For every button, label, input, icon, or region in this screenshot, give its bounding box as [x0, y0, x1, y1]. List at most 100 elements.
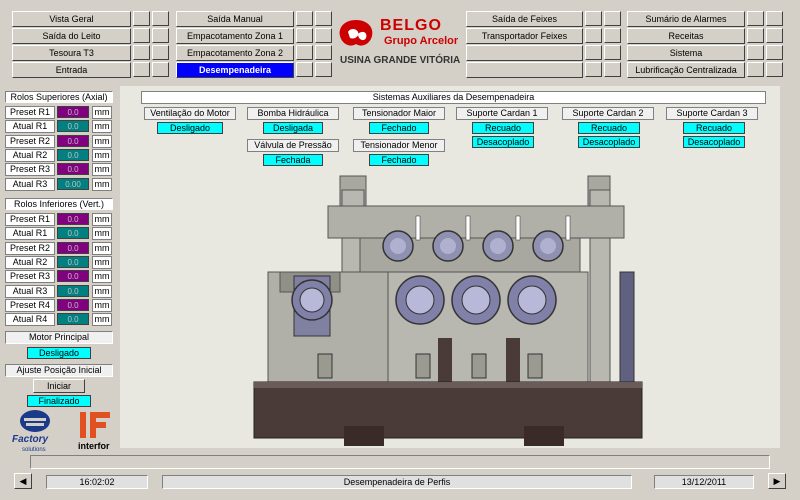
prev-screen-button[interactable]: ◀	[14, 473, 32, 489]
roll-row-label: Preset R2	[5, 134, 55, 148]
unit-label: mm	[92, 213, 112, 226]
bomba-status: Desligada	[263, 122, 323, 134]
main-panel: Sistemas Auxiliares da Desempenadeira Ve…	[120, 86, 780, 448]
logo-brand: BELGO	[380, 17, 442, 34]
bomba-label: Bomba Hidráulica	[247, 107, 339, 120]
nav-indicator	[296, 62, 313, 77]
roll-row-label: Preset R2	[5, 241, 55, 255]
lower-rolls-title: Rolos Inferiores (Vert.)	[5, 198, 113, 210]
nav-indicator	[152, 62, 169, 77]
status-time: 16:02:02	[46, 475, 148, 489]
nav-indicator	[747, 28, 764, 43]
roll-row-label: Preset R1	[5, 106, 55, 119]
nav-saida-feixes[interactable]: Saída de Feixes	[466, 11, 583, 27]
arrow-left-icon: ◀	[19, 476, 27, 486]
iniciar-button[interactable]: Iniciar	[33, 379, 85, 393]
preset-value-field[interactable]: 0.0	[57, 270, 89, 283]
logo-plant: USINA GRANDE VITÓRIA	[340, 55, 461, 66]
cardan2-status1: Recuado	[578, 122, 640, 134]
nav-saida-leito[interactable]: Saída do Leito	[12, 28, 131, 44]
nav-transportador-feixes[interactable]: Transportador Feixes	[466, 28, 583, 44]
nav-sistema[interactable]: Sistema	[627, 45, 745, 61]
actual-value-display: 0.00	[57, 177, 89, 190]
roll-row-label: Preset R3	[5, 270, 55, 284]
nav-indicator	[585, 11, 602, 26]
factory-mark-icon	[20, 410, 50, 432]
nav-indicator	[747, 11, 764, 26]
roll-row-label: Atual R1	[5, 227, 55, 241]
nav-empacotamento-1[interactable]: Empacotamento Zona 1	[176, 28, 294, 44]
nav-indicator	[133, 45, 150, 60]
actual-value-display: 0.0	[57, 120, 89, 133]
belgo-logo: BELGO Grupo Arcelor USINA GRANDE VITÓRIA	[336, 14, 462, 70]
nav-saida-manual[interactable]: Saída Manual	[176, 11, 294, 27]
nav-indicator	[315, 11, 332, 26]
preset-value-field[interactable]: 0.0	[57, 134, 89, 147]
nav-empty-2[interactable]	[466, 62, 583, 78]
ventilacao-status: Desligado	[157, 122, 223, 134]
valvula-status: Fechada	[263, 154, 323, 166]
position-status: Finalizado	[27, 395, 91, 407]
actual-value-display: 0.0	[57, 313, 89, 326]
upper-rolls-title: Rolos Superiores (Axial)	[5, 91, 113, 103]
tens-menor-status: Fechado	[369, 154, 429, 166]
nav-lubrificacao[interactable]: Lubrificação Centralizada	[627, 62, 745, 78]
unit-label: mm	[92, 270, 112, 284]
unit-label: mm	[92, 177, 112, 191]
cardan3-label: Suporte Cardan 3	[666, 107, 758, 120]
nav-indicator	[604, 11, 621, 26]
nav-indicator	[585, 62, 602, 77]
cardan1-status2: Desacoplado	[472, 136, 534, 148]
preset-value-field[interactable]: 0.0	[57, 298, 89, 311]
nav-empacotamento-2[interactable]: Empacotamento Zona 2	[176, 45, 294, 61]
nav-indicator	[296, 28, 313, 43]
nav-indicator	[315, 45, 332, 60]
roll-row-label: Atual R4	[5, 313, 55, 327]
unit-label: mm	[92, 284, 112, 298]
interfor-logo: interfor	[76, 410, 116, 454]
nav-indicator	[315, 62, 332, 77]
nav-indicator	[766, 11, 783, 26]
nav-receitas[interactable]: Receitas	[627, 28, 745, 44]
preset-value-field[interactable]: 0.0	[57, 106, 89, 118]
nav-tesoura-t3[interactable]: Tesoura T3	[12, 45, 131, 61]
nav-indicator	[133, 11, 150, 26]
status-screen-name: Desempenadeira de Perfis	[162, 475, 632, 489]
preset-value-field[interactable]: 0.0	[57, 241, 89, 254]
unit-label: mm	[92, 313, 112, 327]
interfor-mark-icon	[80, 412, 110, 438]
arrow-right-icon: ▶	[773, 476, 781, 486]
factory-logo: Factory solutions	[8, 408, 64, 456]
nav-indicator	[133, 62, 150, 77]
nav-vista-geral[interactable]: Vista Geral	[12, 11, 131, 27]
unit-label: mm	[92, 227, 112, 241]
actual-value-display: 0.0	[57, 148, 89, 161]
preset-value-field[interactable]: 0.0	[57, 163, 89, 176]
actual-value-display: 0.0	[57, 255, 89, 268]
nav-empty-1[interactable]	[466, 45, 583, 61]
nav-indicator	[585, 45, 602, 60]
nav-indicator	[766, 45, 783, 60]
actual-value-display: 0.0	[57, 284, 89, 297]
preset-value-field[interactable]: 0.0	[57, 213, 89, 225]
nav-sumario-alarmes[interactable]: Sumário de Alarmes	[627, 11, 745, 27]
unit-label: mm	[92, 120, 112, 134]
logo-group: Grupo Arcelor	[384, 35, 459, 47]
factory-sub: solutions	[22, 447, 46, 453]
nav-entrada[interactable]: Entrada	[12, 62, 131, 78]
next-screen-button[interactable]: ▶	[768, 473, 786, 489]
roll-row-label: Preset R1	[5, 213, 55, 226]
unit-label: mm	[92, 298, 112, 312]
nav-indicator	[747, 62, 764, 77]
status-date: 13/12/2011	[654, 475, 754, 489]
cardan1-label: Suporte Cardan 1	[456, 107, 548, 120]
straightener-machine-diagram	[253, 175, 643, 446]
unit-label: mm	[92, 255, 112, 269]
unit-label: mm	[92, 163, 112, 177]
nav-indicator	[604, 45, 621, 60]
roll-row-label: Atual R2	[5, 255, 55, 269]
nav-indicator	[296, 11, 313, 26]
nav-indicator	[152, 11, 169, 26]
nav-desempenadeira[interactable]: Desempenadeira	[176, 62, 294, 78]
roll-row-label: Preset R3	[5, 163, 55, 177]
